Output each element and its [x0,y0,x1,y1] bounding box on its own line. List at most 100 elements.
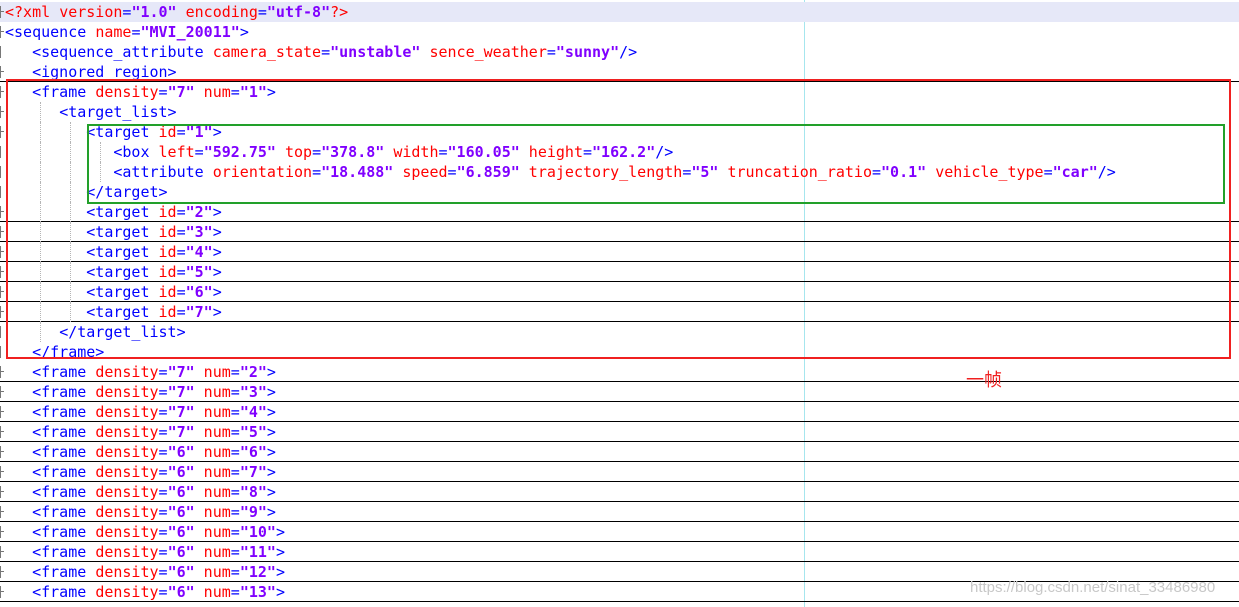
code-line[interactable]: <frame density="6" num="6"> [0,442,1239,462]
code-line[interactable]: <frame density="7" num="2"> [0,362,1239,382]
xml-attribute: num [194,483,231,501]
xml-attribute: density [95,523,159,541]
xml-value: "6" [167,583,195,601]
xml-tag: <frame [32,363,96,381]
xml-tag: <sequence_attribute [32,43,213,61]
code-line[interactable]: <frame density="6" num="9"> [0,502,1239,522]
xml-tag: > [275,563,285,581]
xml-equals: = [158,523,168,541]
xml-equals: = [158,383,168,401]
xml-attribute: density [95,383,159,401]
code-line[interactable]: <frame density="7" num="5"> [0,422,1239,442]
xml-value: "MVI_20011" [140,23,240,41]
xml-equals: = [158,403,168,421]
xml-attribute: density [95,583,159,601]
xml-attribute: density [95,503,159,521]
code-text: <frame density="6" num="6"> [5,442,276,462]
xml-tag: <sequence [5,23,96,41]
xml-equals: = [158,583,168,601]
code-text: <frame density="6" num="12"> [5,562,285,582]
watermark: https://blog.csdn.net/sinat_33486980 [970,579,1216,596]
xml-attribute: num [194,543,231,561]
xml-tag: /> [619,43,638,61]
xml-equals: = [230,483,240,501]
xml-tag: <frame [32,503,96,521]
xml-tag: > [266,423,276,441]
xml-value: "7" [167,363,195,381]
code-line[interactable]: <sequence_attribute camera_state="unstab… [0,42,1239,62]
xml-attribute: num [194,423,231,441]
xml-value: "8" [239,483,267,501]
xml-equals: = [230,363,240,381]
xml-attribute: density [95,543,159,561]
xml-tag: > [275,583,285,601]
xml-tag: > [239,23,249,41]
xml-equals: = [158,563,168,581]
xml-attribute: num [194,583,231,601]
xml-attribute: density [95,363,159,381]
xml-attribute: density [95,423,159,441]
xml-tag: > [266,403,276,421]
xml-tag: <frame [32,583,96,601]
code-line[interactable]: <?xml version="1.0" encoding="utf-8"?> [0,2,1239,22]
frame-annotation-label: 一帧 [966,370,1002,391]
code-text: <?xml version="1.0" encoding="utf-8"?> [5,2,348,22]
code-text: <frame density="6" num="11"> [5,542,285,562]
xml-value: "7" [167,403,195,421]
xml-value: "12" [239,563,276,581]
xml-tag: > [266,503,276,521]
xml-tag: <frame [32,443,96,461]
xml-value: "6" [167,503,195,521]
xml-attribute: density [95,483,159,501]
code-text: <frame density="6" num="7"> [5,462,276,482]
xml-tag: > [266,363,276,381]
xml-attribute: density [95,463,159,481]
xml-value: "6" [167,463,195,481]
code-line[interactable]: <frame density="7" num="4"> [0,402,1239,422]
code-line[interactable]: <frame density="6" num="7"> [0,462,1239,482]
xml-attribute: num [194,523,231,541]
xml-equals: = [230,523,240,541]
xml-tag: <frame [32,383,96,401]
code-text: <frame density="6" num="10"> [5,522,285,542]
code-line[interactable]: <frame density="6" num="10"> [0,522,1239,542]
code-text: <sequence name="MVI_20011"> [5,22,249,42]
xml-equals: = [321,43,331,61]
xml-value: "2" [239,363,267,381]
xml-value: "7" [167,383,195,401]
xml-equals: = [158,503,168,521]
code-line[interactable]: <frame density="7" num="3"> [0,382,1239,402]
xml-equals: = [230,403,240,421]
xml-value: "6" [167,483,195,501]
xml-attribute: sence_weather [420,43,547,61]
code-line[interactable]: <frame density="6" num="8"> [0,482,1239,502]
xml-value: "7" [239,463,267,481]
xml-attribute: density [95,563,159,581]
code-line[interactable]: <sequence name="MVI_20011"> [0,22,1239,42]
xml-value: "3" [239,383,267,401]
xml-tag: > [266,383,276,401]
xml-tag: <frame [32,423,96,441]
xml-editor[interactable]: <?xml version = "1.0" encoding = "utf-8"?> <s… [0,0,1239,607]
xml-tag: <frame [32,543,96,561]
xml-tag: <frame [32,563,96,581]
xml-value: "6" [167,563,195,581]
xml-tag: > [266,463,276,481]
xml-equals: = [158,543,168,561]
xml-value: "1.0" [131,3,177,21]
xml-value: "10" [239,523,276,541]
xml-declaration: <?xml [5,3,60,21]
xml-tag: > [266,443,276,461]
xml-tag: <frame [32,463,96,481]
code-text: <frame density="6" num="13"> [5,582,285,602]
xml-equals: = [230,463,240,481]
xml-attribute: version [59,3,123,21]
code-line[interactable]: <frame density="6" num="11"> [0,542,1239,562]
xml-value: "6" [167,443,195,461]
xml-tag: <frame [32,403,96,421]
code-text: <sequence_attribute camera_state="unstab… [5,42,637,62]
frame-highlight-box [6,79,1231,359]
xml-equals: = [158,363,168,381]
xml-attribute: name [95,23,132,41]
xml-value: "6" [167,523,195,541]
